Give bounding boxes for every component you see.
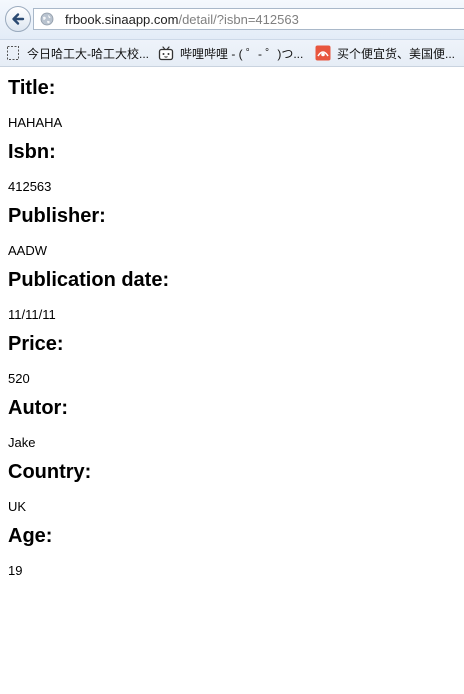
field-price: Price: 520 <box>8 323 458 387</box>
field-title: Title: HAHAHA <box>8 67 458 131</box>
field-label: Publication date: <box>8 269 170 291</box>
bookmark-label: 今日哈工大-哈工大校... <box>27 46 149 61</box>
field-autor: Autor: Jake <box>8 387 458 451</box>
bookmark-label: 买个便宜货、美国便... <box>337 46 456 61</box>
bookmark-item-bilibili[interactable]: 哔哩哔哩 - ( ゜- ゜)つ... <box>158 44 303 62</box>
field-value: 11/11/11 <box>8 307 56 322</box>
field-value: 412563 <box>8 179 52 194</box>
field-value: Jake <box>8 435 36 450</box>
url-text: frbook.sinaapp.com/detail/?isbn=412563 <box>65 12 299 27</box>
bilibili-tv-icon <box>158 46 174 61</box>
field-value: 520 <box>8 371 30 386</box>
bookmarks-bar: 今日哈工大-哈工大校... 哔哩哔哩 - ( ゜- ゜)つ... 买个便宜货、美… <box>0 40 464 67</box>
shopping-site-icon <box>315 45 331 61</box>
field-value: HAHAHA <box>8 115 63 130</box>
field-label: Country: <box>8 461 92 483</box>
field-label: Title: <box>8 77 56 99</box>
field-country: Country: UK <box>8 451 458 515</box>
bookmark-item-hit-today[interactable]: 今日哈工大-哈工大校... <box>5 44 149 62</box>
globe-icon <box>40 12 54 26</box>
book-detail: Title: HAHAHA Isbn: 412563 Publisher: AA… <box>8 67 458 579</box>
address-bar[interactable]: frbook.sinaapp.com/detail/?isbn=412563 <box>33 8 464 30</box>
bookmark-item-dealmoon[interactable]: 买个便宜货、美国便... <box>315 44 455 62</box>
field-value: AADW <box>8 243 47 258</box>
back-arrow-icon <box>12 13 25 25</box>
field-value: UK <box>8 499 27 514</box>
field-label: Publisher: <box>8 205 106 227</box>
field-age: Age: 19 <box>8 515 458 579</box>
field-label: Isbn: <box>8 141 56 163</box>
field-value: 19 <box>8 563 23 578</box>
browser-toolbar: frbook.sinaapp.com/detail/?isbn=412563 <box>0 0 464 40</box>
field-publisher: Publisher: AADW <box>8 195 458 259</box>
url-path: /detail/?isbn=412563 <box>178 12 299 27</box>
field-label: Price: <box>8 333 64 355</box>
field-isbn: Isbn: 412563 <box>8 131 458 195</box>
field-label: Age: <box>8 525 53 547</box>
url-host: frbook.sinaapp.com <box>65 12 179 27</box>
page-icon <box>7 46 19 60</box>
field-publication-date: Publication date: 11/11/11 <box>8 259 458 323</box>
field-label: Autor: <box>8 397 68 419</box>
bookmark-label: 哔哩哔哩 - ( ゜- ゜)つ... <box>180 46 304 61</box>
back-button[interactable] <box>5 6 31 32</box>
